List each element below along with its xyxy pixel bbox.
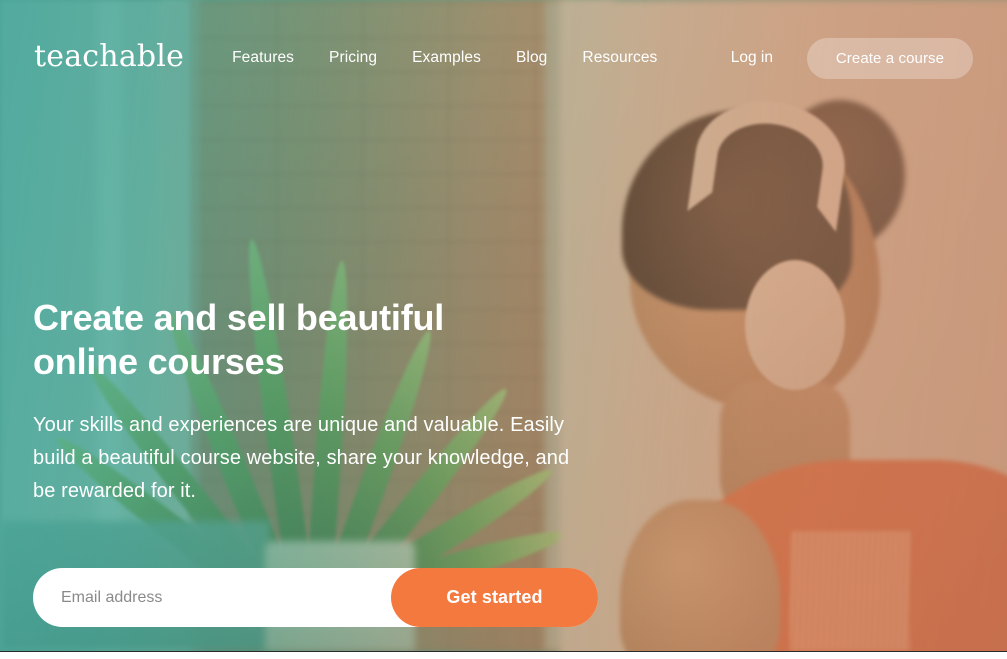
nav-link-pricing[interactable]: Pricing [329,49,377,67]
nav-links: Features Pricing Examples Blog Resources [232,49,657,67]
nav-actions: Log in Create a course [731,37,973,79]
page-bottom-strip [0,651,1007,659]
create-a-course-button[interactable]: Create a course [807,37,973,79]
top-navigation: teachable Features Pricing Examples Blog… [0,0,1007,118]
hero-subtext: Your skills and experiences are unique a… [33,414,570,502]
hero-section: teachable Features Pricing Examples Blog… [0,0,1007,651]
hero-content: Create and sell beautiful online courses… [33,296,633,508]
login-link[interactable]: Log in [731,49,773,67]
nav-link-features[interactable]: Features [232,49,294,67]
nav-link-resources[interactable]: Resources [582,49,657,67]
hero-headline: Create and sell beautiful online courses [33,297,445,382]
logo[interactable]: teachable [34,39,184,74]
nav-link-blog[interactable]: Blog [516,49,547,67]
signup-form: Get started [33,568,598,627]
nav-link-examples[interactable]: Examples [412,49,481,67]
get-started-button[interactable]: Get started [391,568,598,627]
